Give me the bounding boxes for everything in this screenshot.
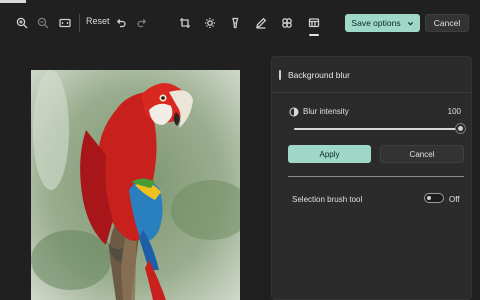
undo-icon[interactable] bbox=[112, 14, 130, 32]
filter-icon[interactable] bbox=[278, 14, 296, 32]
brightness-icon[interactable] bbox=[201, 14, 219, 32]
panel-section-marker bbox=[279, 70, 281, 80]
blur-intensity-icon bbox=[289, 107, 299, 117]
background-blur-panel: Background blur Blur intensity 100 Apply… bbox=[271, 56, 472, 300]
redo-icon[interactable] bbox=[133, 14, 151, 32]
toolbar-divider bbox=[79, 14, 80, 32]
active-tool-indicator bbox=[309, 34, 319, 36]
chevron-down-icon bbox=[407, 21, 413, 25]
blur-intensity-value: 100 bbox=[447, 107, 461, 116]
save-options-button[interactable]: Save options bbox=[345, 14, 420, 32]
panel-divider bbox=[272, 92, 471, 93]
toggle-knob bbox=[427, 196, 431, 200]
panel-divider-2 bbox=[288, 176, 464, 177]
editor-toolbar: Reset Save options Cancel bbox=[0, 0, 480, 46]
slider-thumb[interactable] bbox=[456, 124, 465, 133]
save-options-label: Save options bbox=[351, 18, 401, 28]
panel-cancel-button[interactable]: Cancel bbox=[380, 145, 464, 163]
selection-brush-state: Off bbox=[449, 195, 460, 204]
selection-brush-toggle[interactable] bbox=[424, 193, 444, 203]
reset-button[interactable]: Reset bbox=[86, 16, 110, 26]
blur-intensity-slider[interactable] bbox=[294, 123, 465, 135]
selection-brush-label: Selection brush tool bbox=[292, 195, 363, 204]
blur-intensity-label: Blur intensity bbox=[303, 107, 349, 116]
zoom-in-icon[interactable] bbox=[13, 14, 31, 32]
zoom-out-icon[interactable] bbox=[34, 14, 52, 32]
background-icon[interactable] bbox=[305, 14, 323, 32]
parrot-photo bbox=[31, 70, 240, 300]
crop-icon[interactable] bbox=[176, 14, 194, 32]
slider-fill bbox=[294, 128, 460, 130]
photo-canvas[interactable] bbox=[31, 70, 240, 300]
panel-title: Background blur bbox=[288, 70, 350, 80]
apply-button[interactable]: Apply bbox=[288, 145, 371, 163]
fit-view-icon[interactable] bbox=[56, 14, 74, 32]
cancel-button[interactable]: Cancel bbox=[425, 14, 469, 32]
marker-icon[interactable] bbox=[226, 14, 244, 32]
draw-icon[interactable] bbox=[252, 14, 270, 32]
